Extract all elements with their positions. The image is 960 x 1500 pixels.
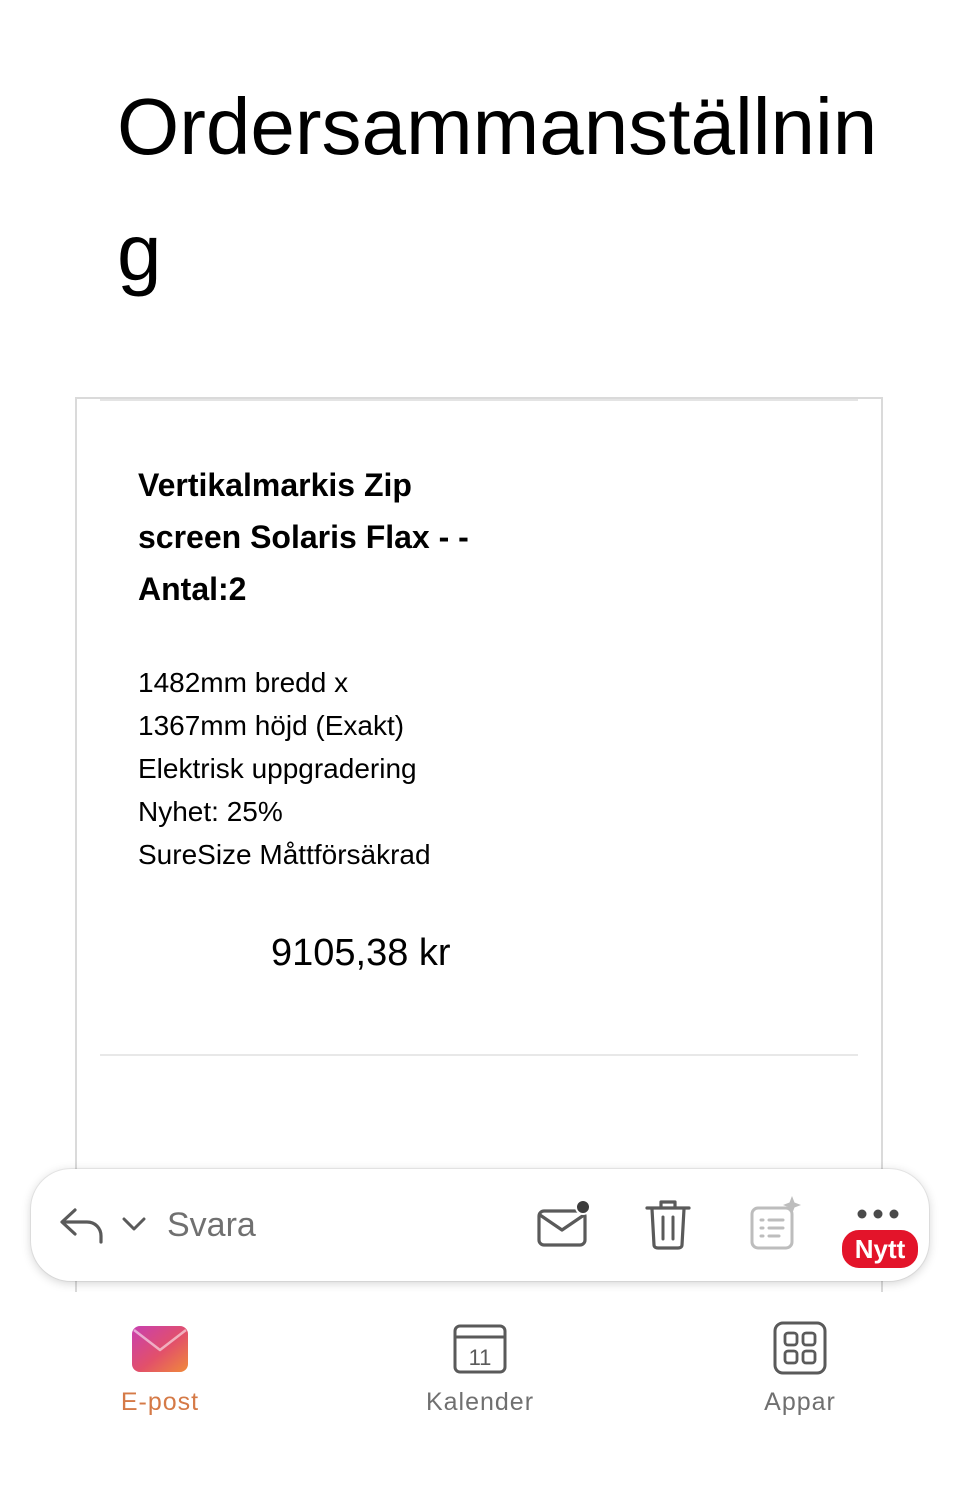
product-price: 9105,38 kr — [271, 932, 451, 974]
tab-apps-label: Appar — [764, 1388, 836, 1416]
trash-icon[interactable] — [644, 1197, 692, 1251]
reply-button[interactable]: Svara — [167, 1203, 256, 1247]
card-divider — [100, 1054, 858, 1056]
tab-email-label: E-post — [120, 1388, 200, 1416]
spec-electric-upgrade: Elektrisk uppgradering — [138, 753, 417, 784]
chevron-down-icon[interactable] — [121, 1215, 147, 1233]
page-title: Ordersammanställning — [117, 82, 878, 297]
spec-suresize: SureSize Måttförsäkrad — [138, 839, 431, 870]
card-top-divider — [100, 399, 858, 401]
calendar-icon: 11 — [453, 1324, 507, 1374]
ai-summary-icon[interactable] — [748, 1194, 804, 1252]
email-view: Ordersammanställning Vertikalmarkis Zip … — [0, 0, 960, 1500]
reply-icon[interactable] — [57, 1202, 105, 1246]
more-icon[interactable] — [854, 1206, 902, 1222]
spec-width: 1482mm bredd x — [138, 667, 349, 698]
spec-height: 1367mm höjd (Exakt) — [138, 710, 405, 741]
new-badge[interactable]: Nytt — [840, 1228, 920, 1270]
message-action-bar: Svara Nytt — [31, 1169, 929, 1281]
bottom-tab-bar: E-post 11 Kalender Appar — [0, 1292, 960, 1500]
tab-calendar[interactable]: 11 Kalender — [380, 1316, 580, 1426]
apps-grid-icon — [773, 1321, 827, 1375]
mail-icon — [132, 1326, 188, 1372]
tab-email[interactable]: E-post — [60, 1316, 260, 1426]
product-name: Vertikalmarkis Zip screen Solaris Flax -… — [138, 467, 469, 607]
calendar-day: 11 — [469, 1345, 492, 1370]
tab-calendar-label: Kalender — [425, 1388, 535, 1416]
spec-discount: Nyhet: 25% — [138, 796, 283, 827]
mail-unread-icon[interactable] — [536, 1197, 594, 1249]
tab-apps[interactable]: Appar — [700, 1316, 900, 1426]
product-specs: 1482mm bredd x 1367mm höjd (Exakt) Elekt… — [138, 661, 431, 876]
